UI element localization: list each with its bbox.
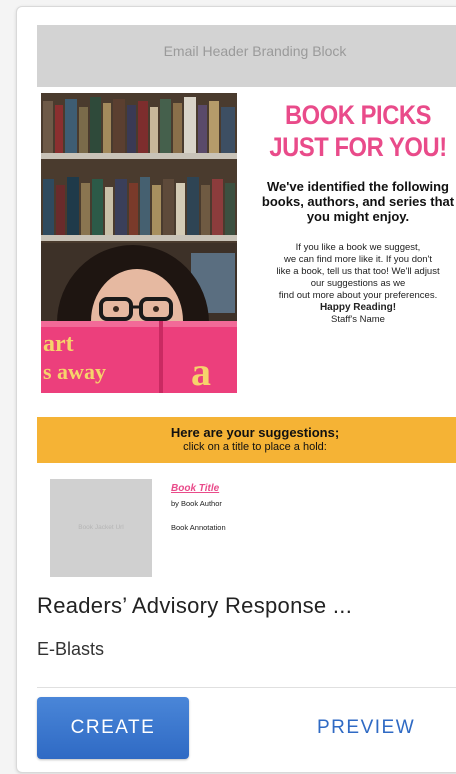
headline-line-2: JUST FOR YOU! — [269, 132, 447, 162]
body-line-5: find out more about your preferences. — [278, 290, 438, 301]
headline: BOOK PICKS JUST FOR YOU! — [257, 99, 456, 163]
sign-off: Happy Reading! — [319, 302, 397, 313]
suggestions-banner: Here are your suggestions; click on a ti… — [37, 417, 456, 463]
book-title-link[interactable]: Book Title — [171, 483, 219, 494]
body-line-4: our suggestions as we — [310, 278, 406, 289]
reader-photo: art s away a — [41, 93, 237, 393]
card-title: Readers’ Advisory Response ... — [37, 593, 353, 618]
headline-line-1: BOOK PICKS — [284, 100, 432, 130]
card-category: E-Blasts — [37, 639, 105, 659]
book-annotation: Book Annotation — [171, 523, 226, 532]
body-line-1: If you like a book we suggest, — [295, 242, 421, 253]
promo-text-block: BOOK PICKS JUST FOR YOU! We've identifie… — [243, 93, 456, 393]
email-header-branding-block: Email Header Branding Block — [37, 25, 456, 87]
book-author: by Book Author — [171, 499, 222, 508]
reader-photo-illustration: art s away a — [41, 93, 237, 393]
svg-text:a: a — [191, 349, 211, 393]
book-cover-placeholder: Book Jacket Url — [50, 479, 152, 577]
photo-book-text-1: art — [43, 331, 74, 357]
suggestions-subtitle: click on a title to place a hold: — [183, 441, 327, 453]
email-preview-thumbnail[interactable]: Email Header Branding Block art s away a… — [37, 25, 456, 577]
body-line-3: like a book, tell us that too! We'll adj… — [276, 266, 440, 277]
preview-button[interactable]: PREVIEW — [317, 713, 415, 743]
suggestions-title: Here are your suggestions; — [170, 425, 340, 440]
signature: Staff's Name — [331, 314, 385, 325]
template-card: Email Header Branding Block art s away a… — [16, 6, 456, 773]
subhead: We've identified the following books, au… — [261, 179, 455, 224]
book-suggestion-row: Book Jacket Url Book Title by Book Autho… — [37, 463, 456, 577]
create-button[interactable]: CREATE — [37, 697, 189, 759]
body-text: If you like a book we suggest, we can fi… — [244, 242, 456, 326]
body-line-2: we can find more like it. If you don't — [283, 254, 433, 265]
photo-book-text-2: s away — [43, 359, 106, 384]
card-divider — [37, 687, 456, 688]
